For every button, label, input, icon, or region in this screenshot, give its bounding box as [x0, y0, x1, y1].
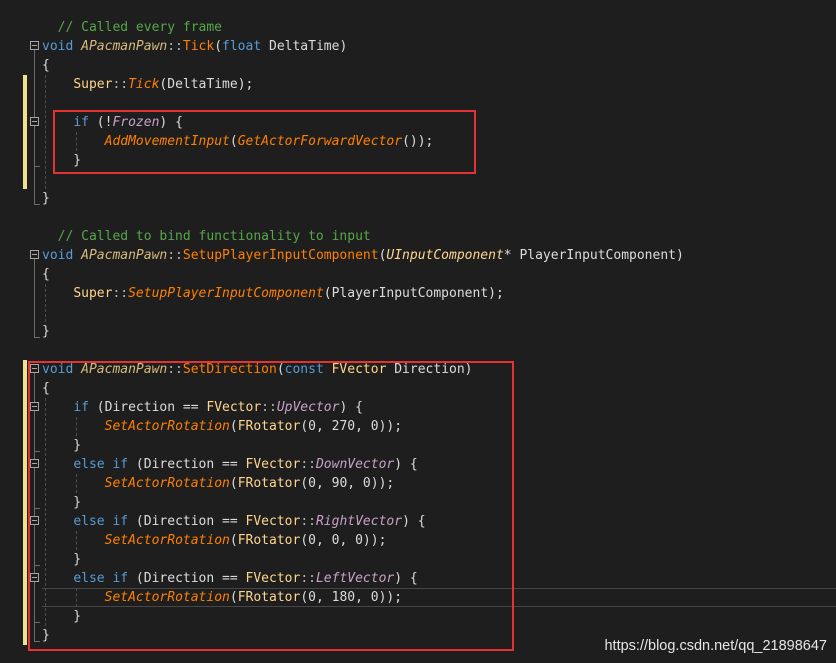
code-line[interactable]: // Called every frame	[0, 18, 836, 37]
watermark-text: https://blog.csdn.net/qq_21898647	[604, 638, 827, 654]
change-marker	[23, 113, 27, 132]
code-line[interactable]: Super::SetupPlayerInputComponent(PlayerI…	[0, 284, 836, 303]
code-line[interactable]: void APacmanPawn::SetupPlayerInputCompon…	[0, 246, 836, 265]
change-marker	[23, 512, 27, 531]
code-line[interactable]	[0, 341, 836, 360]
code-token-scope: ::	[167, 248, 183, 263]
code-line[interactable]: {	[0, 56, 836, 75]
code-text: Super::Tick(DeltaTime);	[42, 75, 253, 94]
change-marker	[23, 474, 27, 493]
collapse-icon[interactable]	[30, 250, 39, 259]
code-line[interactable]	[0, 303, 836, 322]
code-line[interactable]: // Called to bind functionality to input	[0, 227, 836, 246]
change-marker	[23, 417, 27, 436]
change-marker	[23, 379, 27, 398]
code-text: Super::SetupPlayerInputComponent(PlayerI…	[42, 284, 504, 303]
code-token-keyword: void	[42, 248, 82, 263]
code-token-scope: ::	[112, 77, 129, 92]
code-token-plain: {	[42, 58, 50, 73]
code-token-comment: // Called to bind functionality to input	[42, 229, 371, 244]
code-token-class: APacmanPawn	[81, 248, 168, 263]
change-marker	[23, 588, 27, 607]
code-text: }	[42, 189, 50, 208]
code-token-funcit: Tick	[128, 77, 160, 92]
highlight-box-frozen-check	[53, 110, 476, 174]
collapse-icon[interactable]	[30, 117, 39, 126]
code-token-plain: }	[42, 324, 50, 339]
change-marker	[23, 398, 27, 417]
code-token-keyword: float	[222, 39, 269, 54]
code-token-scope: ::	[112, 286, 129, 301]
change-marker	[23, 569, 27, 588]
code-token-func: Tick	[182, 39, 215, 54]
code-token-plain: (	[214, 39, 223, 54]
code-text: {	[42, 265, 50, 284]
code-token-funcit: SetupPlayerInputComponent	[128, 286, 324, 301]
change-marker	[23, 607, 27, 626]
code-token-super: Super	[73, 286, 113, 301]
code-token-super: Super	[73, 77, 113, 92]
change-marker	[23, 493, 27, 512]
change-marker	[23, 360, 27, 379]
change-marker	[23, 550, 27, 569]
change-marker	[23, 455, 27, 474]
code-text: void APacmanPawn::Tick(float DeltaTime)	[42, 37, 347, 56]
code-line[interactable]: }	[0, 322, 836, 341]
code-token-plain: * PlayerInputComponent)	[503, 248, 684, 263]
change-marker	[23, 75, 27, 94]
code-text: // Called to bind functionality to input	[42, 227, 371, 246]
code-token-plain: DeltaTime)	[269, 39, 348, 54]
code-line[interactable]	[0, 208, 836, 227]
highlight-box-set-direction	[28, 361, 514, 651]
code-token-plain: (DeltaTime);	[159, 77, 254, 92]
collapse-icon[interactable]	[30, 41, 39, 50]
code-token-plain: }	[42, 191, 50, 206]
code-line[interactable]: void APacmanPawn::Tick(float DeltaTime)	[0, 37, 836, 56]
code-token-scope: ::	[167, 39, 183, 54]
change-marker	[23, 132, 27, 151]
code-token-typeit: UInputComponent	[386, 248, 504, 263]
code-token-func: SetupPlayerInputComponent	[182, 248, 379, 263]
code-editor[interactable]: // Called every framevoid APacmanPawn::T…	[0, 0, 836, 663]
code-token-comment: // Called every frame	[42, 20, 223, 35]
change-marker	[23, 626, 27, 645]
change-marker	[23, 531, 27, 550]
change-marker	[23, 94, 27, 113]
code-text: {	[42, 56, 50, 75]
code-text: void APacmanPawn::SetupPlayerInputCompon…	[42, 246, 684, 265]
code-line[interactable]: {	[0, 265, 836, 284]
code-token-keyword: void	[42, 39, 82, 54]
code-text: // Called every frame	[42, 18, 222, 37]
change-marker	[23, 151, 27, 170]
change-marker	[23, 170, 27, 189]
change-marker	[23, 436, 27, 455]
code-line[interactable]: Super::Tick(DeltaTime);	[0, 75, 836, 94]
code-token-class: APacmanPawn	[81, 39, 168, 54]
code-token-plain: {	[42, 267, 50, 282]
code-line[interactable]: }	[0, 189, 836, 208]
code-token-plain: (PlayerInputComponent);	[323, 286, 504, 301]
code-text: }	[42, 322, 50, 341]
